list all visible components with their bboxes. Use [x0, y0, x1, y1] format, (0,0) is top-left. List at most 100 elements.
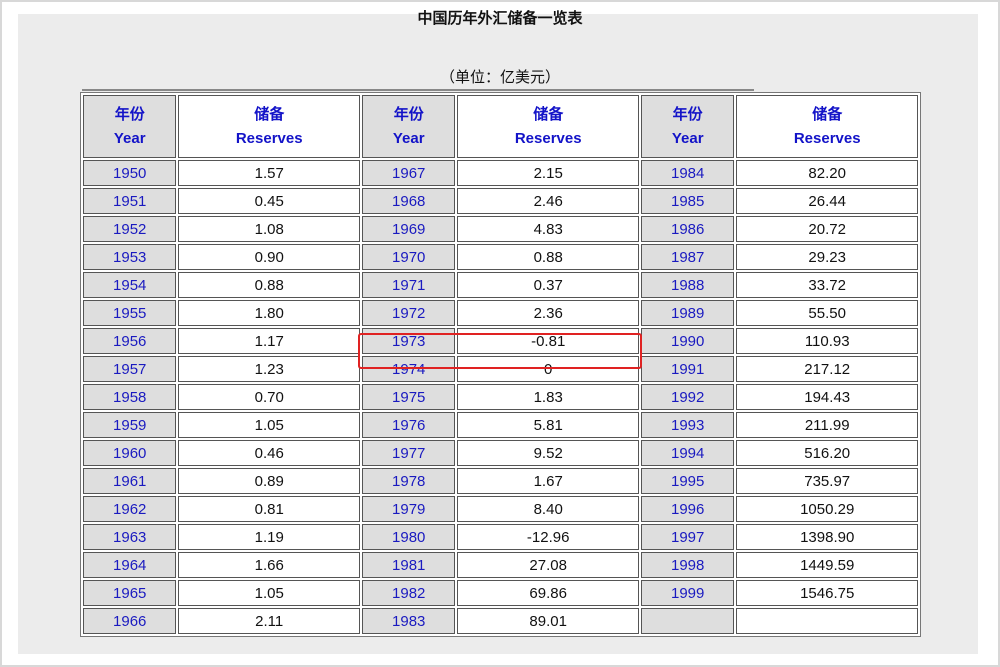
year-link[interactable]: 1979 — [361, 496, 456, 522]
year-link[interactable]: 1966 — [83, 608, 177, 634]
table-row: 1952 1.08 1969 4.83 1986 20.72 — [83, 216, 918, 242]
year-link[interactable]: 1951 — [83, 188, 177, 214]
year-link[interactable]: 1980 — [361, 524, 456, 550]
reserve-value: 1.05 — [178, 580, 360, 606]
header-year-en: Year — [671, 129, 704, 147]
year-link[interactable]: 1996 — [640, 496, 735, 522]
year-link[interactable]: 1974 — [361, 356, 456, 382]
year-link[interactable]: 1963 — [83, 524, 177, 550]
table-body: 1950 1.57 1967 2.15 1984 82.20 1951 0.45 1968 2.4… — [83, 160, 918, 634]
header-year: 年份 Year — [83, 95, 177, 158]
header-year: 年份 Year — [361, 95, 456, 158]
year-link[interactable]: 1983 — [361, 608, 456, 634]
reserve-value: 9.52 — [457, 440, 639, 466]
year-link[interactable]: 1956 — [83, 328, 177, 354]
header-divider — [82, 89, 754, 91]
year-link[interactable]: 1999 — [640, 580, 735, 606]
year-link[interactable]: 1985 — [640, 188, 735, 214]
year-link[interactable]: 1978 — [361, 468, 456, 494]
reserve-value: 516.20 — [736, 440, 918, 466]
year-link[interactable]: 1998 — [640, 552, 735, 578]
table-row: 1950 1.57 1967 2.15 1984 82.20 — [83, 160, 918, 186]
reserve-value: 2.36 — [457, 300, 639, 326]
reserve-value: 1449.59 — [736, 552, 918, 578]
reserve-value: 110.93 — [736, 328, 918, 354]
year-link[interactable]: 1975 — [361, 384, 456, 410]
header-year-cn: 年份 — [393, 105, 424, 123]
year-link[interactable]: 1969 — [361, 216, 456, 242]
year-link[interactable]: 1965 — [83, 580, 177, 606]
year-link[interactable]: 1986 — [640, 216, 735, 242]
reserve-value: 1050.29 — [736, 496, 918, 522]
table-row: 1964 1.66 1981 27.08 1998 1449.59 — [83, 552, 918, 578]
year-link[interactable]: 1981 — [361, 552, 456, 578]
reserve-value: 1.83 — [457, 384, 639, 410]
year-link[interactable]: 1993 — [640, 412, 735, 438]
empty-value-cell — [736, 608, 918, 634]
year-link[interactable]: 1997 — [640, 524, 735, 550]
year-link[interactable]: 1968 — [361, 188, 456, 214]
reserve-value: -12.96 — [457, 524, 639, 550]
year-link[interactable]: 1967 — [361, 160, 456, 186]
year-link[interactable]: 1971 — [361, 272, 456, 298]
year-link[interactable]: 1992 — [640, 384, 735, 410]
table-row: 1951 0.45 1968 2.46 1985 26.44 — [83, 188, 918, 214]
year-link[interactable]: 1988 — [640, 272, 735, 298]
reserve-value: 0.81 — [178, 496, 360, 522]
reserve-value: 1.66 — [178, 552, 360, 578]
year-link[interactable]: 1961 — [83, 468, 177, 494]
table-row: 1957 1.23 1974 0 1991 217.12 — [83, 356, 918, 382]
year-link[interactable]: 1987 — [640, 244, 735, 270]
header-year-en: Year — [113, 129, 146, 147]
year-link[interactable]: 1957 — [83, 356, 177, 382]
year-link[interactable]: 1950 — [83, 160, 177, 186]
year-link[interactable]: 1954 — [83, 272, 177, 298]
reserve-value: 194.43 — [736, 384, 918, 410]
reserve-value: 29.23 — [736, 244, 918, 270]
header-year-cn: 年份 — [672, 105, 703, 123]
year-link[interactable]: 1970 — [361, 244, 456, 270]
year-link[interactable]: 1990 — [640, 328, 735, 354]
reserve-value: 2.15 — [457, 160, 639, 186]
year-link[interactable]: 1982 — [361, 580, 456, 606]
reserve-value: 33.72 — [736, 272, 918, 298]
year-link[interactable]: 1959 — [83, 412, 177, 438]
unit-label: （单位：亿美元） — [439, 68, 560, 86]
reserve-value: 55.50 — [736, 300, 918, 326]
header-res-en: Reserves — [235, 129, 303, 147]
reserve-value: -0.81 — [457, 328, 639, 354]
empty-year-cell — [640, 608, 735, 634]
reserve-value: 0.90 — [178, 244, 360, 270]
year-link[interactable]: 1989 — [640, 300, 735, 326]
reserve-value: 1.67 — [457, 468, 639, 494]
year-link[interactable]: 1994 — [640, 440, 735, 466]
header-reserves: 储备 Reserves — [736, 95, 918, 158]
reserve-value: 211.99 — [736, 412, 918, 438]
year-link[interactable]: 1958 — [83, 384, 177, 410]
reserves-table: 年份 Year 储备 Reserves 年份 Year 储备 Reserves 年份 Ye… — [80, 92, 921, 637]
year-link[interactable]: 1952 — [83, 216, 177, 242]
table-row: 1966 2.11 1983 89.01 — [83, 608, 918, 634]
year-link[interactable]: 1972 — [361, 300, 456, 326]
year-link[interactable]: 1973 — [361, 328, 456, 354]
year-link[interactable]: 1984 — [640, 160, 735, 186]
year-link[interactable]: 1995 — [640, 468, 735, 494]
table-row: 1959 1.05 1976 5.81 1993 211.99 — [83, 412, 918, 438]
reserve-value: 1.17 — [178, 328, 360, 354]
header-res-en: Reserves — [514, 129, 582, 147]
year-link[interactable]: 1991 — [640, 356, 735, 382]
year-link[interactable]: 1962 — [83, 496, 177, 522]
year-link[interactable]: 1960 — [83, 440, 177, 466]
reserve-value: 0.46 — [178, 440, 360, 466]
year-link[interactable]: 1976 — [361, 412, 456, 438]
year-link[interactable]: 1964 — [83, 552, 177, 578]
reserve-value: 20.72 — [736, 216, 918, 242]
table-row: 1962 0.81 1979 8.40 1996 1050.29 — [83, 496, 918, 522]
year-link[interactable]: 1977 — [361, 440, 456, 466]
header-res-en: Reserves — [793, 129, 861, 147]
table-row: 1954 0.88 1971 0.37 1988 33.72 — [83, 272, 918, 298]
reserve-value: 69.86 — [457, 580, 639, 606]
year-link[interactable]: 1953 — [83, 244, 177, 270]
year-link[interactable]: 1955 — [83, 300, 177, 326]
reserve-value: 0 — [457, 356, 639, 382]
